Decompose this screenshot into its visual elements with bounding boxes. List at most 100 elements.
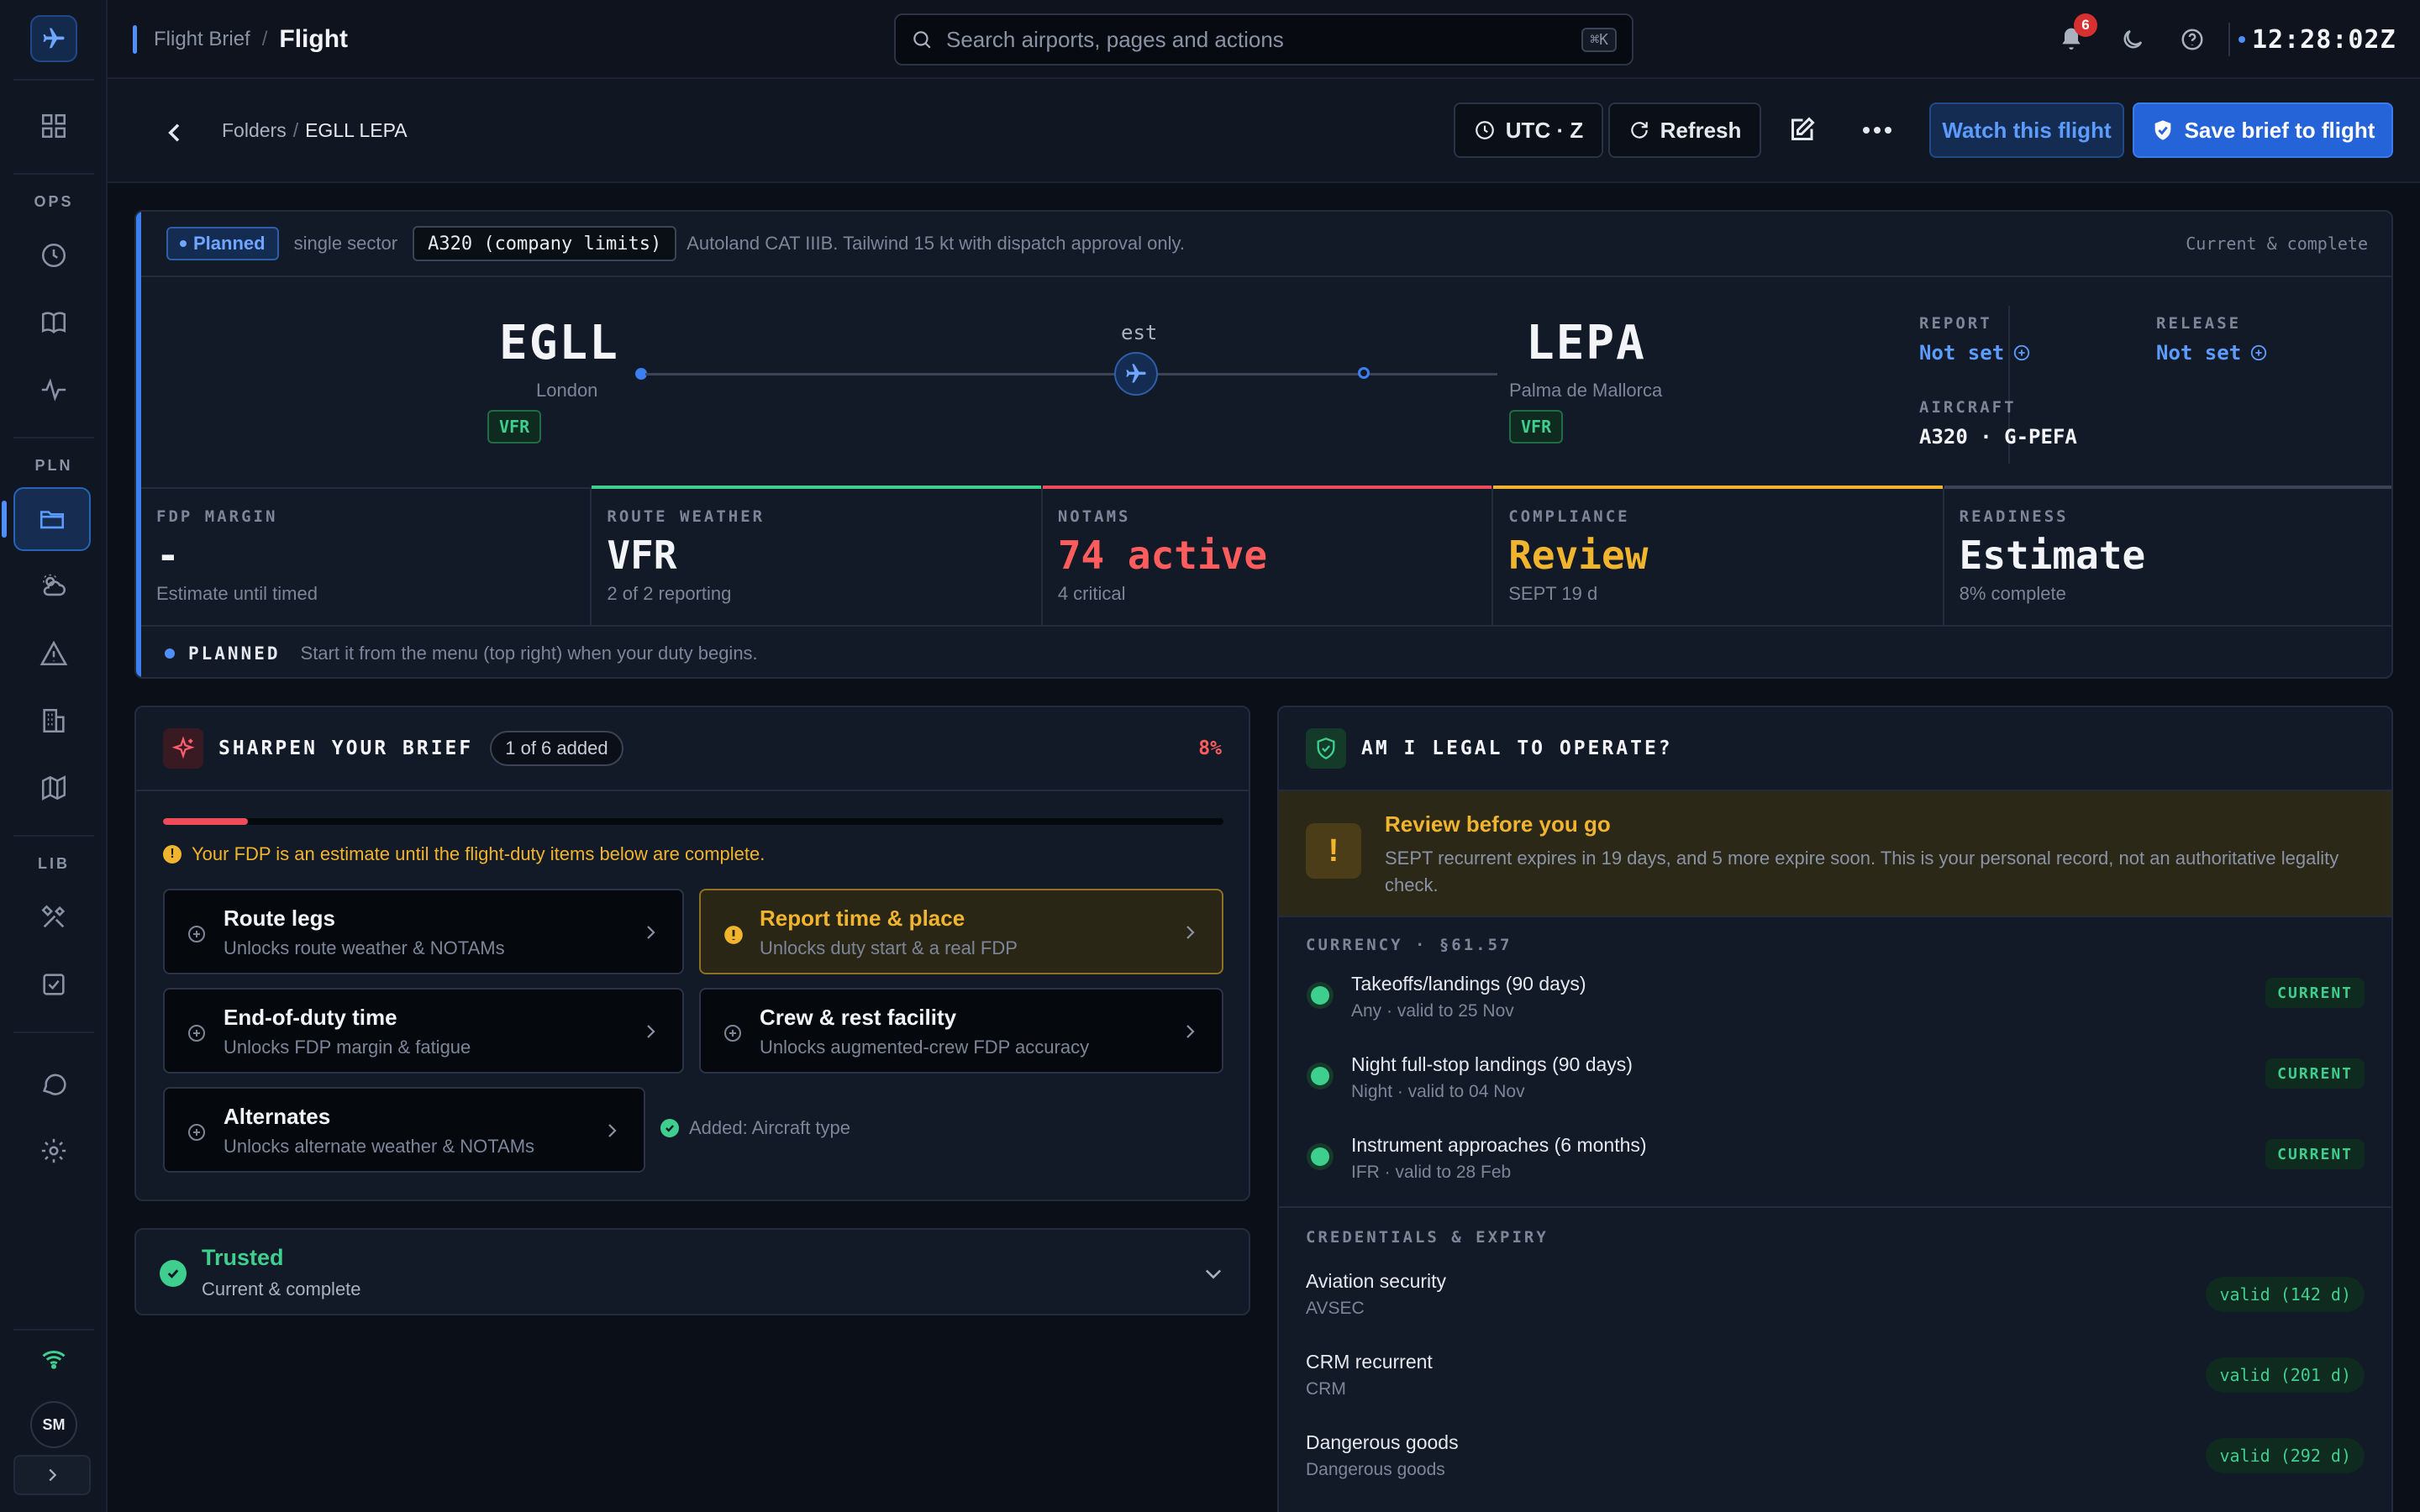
origin-code[interactable]: EGLL [499, 316, 619, 370]
back-button[interactable] [155, 113, 195, 153]
task-end-of-duty[interactable]: End-of-duty time Unlocks FDP margin & fa… [163, 988, 684, 1074]
report-label: REPORT [1919, 314, 1992, 333]
help-button[interactable] [2175, 22, 2210, 57]
task-crew-rest[interactable]: Crew & rest facility Unlocks augmented-c… [699, 988, 1223, 1074]
save-brief-label: Save brief to flight [2184, 117, 2375, 143]
utc-toggle-button[interactable]: UTC · Z [1454, 102, 1603, 158]
limits-tag[interactable]: A320 (company limits) [413, 226, 677, 261]
report-time-link[interactable]: Not set [1919, 341, 2031, 365]
release-time-link[interactable]: Not set [2156, 341, 2268, 365]
status-label: Planned [193, 233, 266, 254]
planned-hint: Start it from the menu (top right) when … [300, 643, 758, 664]
currency-detail: IFR · valid to 28 Feb [1351, 1163, 1512, 1182]
stat-tile[interactable]: READINESS Estimate 8% complete [1944, 486, 2391, 625]
credential-row[interactable]: CRM recurrent CRM valid (201 d) [1279, 1342, 2391, 1423]
review-title: Review before you go [1385, 811, 1611, 837]
breadcrumb-parent[interactable]: Flight Brief [154, 28, 250, 51]
sidebar-item-weather[interactable] [20, 559, 87, 613]
destination-code[interactable]: LEPA [1526, 316, 1646, 370]
refresh-button[interactable]: Refresh [1608, 102, 1761, 158]
sidebar-expand-button[interactable] [13, 1455, 91, 1495]
stat-accent [141, 486, 590, 489]
task-report-time[interactable]: Report time & place Unlocks duty start &… [699, 889, 1223, 974]
help-icon [2181, 29, 2203, 50]
stat-tile[interactable]: COMPLIANCE Review SEPT 19 d [1493, 486, 1944, 625]
sidebar-item-folders[interactable] [2, 487, 91, 551]
add-circle-icon [2013, 344, 2030, 361]
chevron-right-icon [608, 1124, 617, 1137]
sidebar-item-map[interactable] [20, 761, 87, 815]
stat-label: NOTAMS [1057, 507, 1131, 526]
trusted-panel[interactable]: Trusted Current & complete [134, 1228, 1250, 1315]
stat-tile[interactable]: ROUTE WEATHER VFR 2 of 2 reporting [592, 486, 1043, 625]
avatar[interactable]: SM [30, 1401, 77, 1448]
more-button[interactable] [1855, 102, 1909, 158]
credential-row[interactable]: Aviation security AVSEC valid (142 d) [1279, 1262, 2391, 1342]
destination-city: Palma de Mallorca [1509, 380, 1663, 401]
sidebar-item-notams[interactable] [20, 627, 87, 680]
search-input[interactable]: Search airports, pages and actions [946, 27, 1581, 53]
save-brief-button[interactable]: Save brief to flight [2133, 102, 2393, 158]
sidebar-item-settings[interactable] [20, 1124, 87, 1178]
sidebar-divider [13, 437, 94, 438]
review-alert: ! Review before you go SEPT recurrent ex… [1279, 791, 2391, 917]
added-item-text: Added: Aircraft type [689, 1117, 850, 1138]
sidebar-item-activity[interactable] [20, 363, 87, 417]
legality-card: AM I LEGAL TO OPERATE? ! Review before y… [1277, 706, 2393, 1512]
edit-button[interactable] [1780, 102, 1833, 158]
task-title: Report time & place [760, 906, 965, 931]
plane-marker [1114, 352, 1158, 396]
app-logo[interactable] [30, 15, 77, 62]
sidebar-item-tools[interactable] [20, 890, 87, 944]
search-bar[interactable]: Search airports, pages and actions ⌘K [894, 13, 1634, 66]
clock-divider [2228, 23, 2230, 56]
stat-label: FDP MARGIN [156, 507, 278, 526]
report-value: Not set [1919, 341, 2005, 365]
task-alternates[interactable]: Alternates Unlocks alternate weather & N… [163, 1087, 645, 1173]
breadcrumb-folders[interactable]: Folders [222, 119, 287, 142]
sidebar-item-chat[interactable] [20, 1057, 87, 1110]
stat-accent [592, 486, 1041, 489]
aircraft-value[interactable]: A320 · G-PEFA [1919, 425, 2077, 449]
status-dot [1311, 1067, 1329, 1085]
stat-tile[interactable]: FDP MARGIN - Estimate until timed [141, 489, 592, 625]
currency-row[interactable]: Night full-stop landings (90 days) Night … [1279, 1045, 2391, 1126]
sidebar-item-recent[interactable] [20, 228, 87, 282]
checklist-icon [43, 974, 65, 995]
breadcrumb-accent [133, 25, 137, 54]
warning-circle-icon [724, 926, 743, 944]
stat-tile[interactable]: NOTAMS 74 active 4 critical [1042, 486, 1494, 625]
dark-mode-button[interactable] [2115, 22, 2150, 57]
currency-row[interactable]: Takeoffs/landings (90 days) Any · valid t… [1279, 964, 2391, 1045]
stat-accent [1944, 486, 2391, 489]
sidebar-divider [13, 1032, 94, 1033]
currency-name: Instrument approaches (6 months) [1351, 1134, 1647, 1156]
sidebar-divider [13, 79, 94, 81]
building-icon [43, 708, 65, 733]
currency-row[interactable]: Instrument approaches (6 months) IFR · va… [1279, 1126, 2391, 1206]
sidebar-divider [13, 173, 94, 175]
sidebar-item-library[interactable] [20, 296, 87, 349]
edit-icon [1791, 117, 1815, 140]
planned-label: PLANNED [188, 643, 281, 664]
added-count: 1 of 6 added [490, 731, 623, 766]
chevron-right-icon [647, 1025, 655, 1038]
sidebar-item-checklist[interactable] [20, 958, 87, 1011]
add-circle-icon [724, 1025, 741, 1042]
review-description: SEPT recurrent expires in 19 days, and 5… [1385, 848, 2339, 895]
legality-header: AM I LEGAL TO OPERATE? [1279, 707, 2391, 791]
shield-check-icon [1306, 728, 1346, 769]
breadcrumb-separator: / [261, 28, 268, 50]
task-route-legs[interactable]: Route legs Unlocks route weather & NOTAM… [163, 889, 684, 974]
sidebar-item-dashboard[interactable] [20, 99, 87, 153]
stat-subtitle: Estimate until timed [156, 583, 318, 604]
chat-icon [42, 1074, 66, 1095]
stat-subtitle: SEPT 19 d [1508, 583, 1598, 604]
clock-icon [41, 243, 66, 268]
stat-label: ROUTE WEATHER [607, 507, 765, 526]
credential-row[interactable]: Dangerous goods Dangerous goods valid (292… [1279, 1423, 2391, 1504]
watch-flight-button[interactable]: Watch this flight [1929, 102, 2124, 158]
sidebar-item-airports[interactable] [20, 694, 87, 748]
warning-icon [39, 640, 68, 666]
chevron-right-icon [647, 926, 655, 939]
